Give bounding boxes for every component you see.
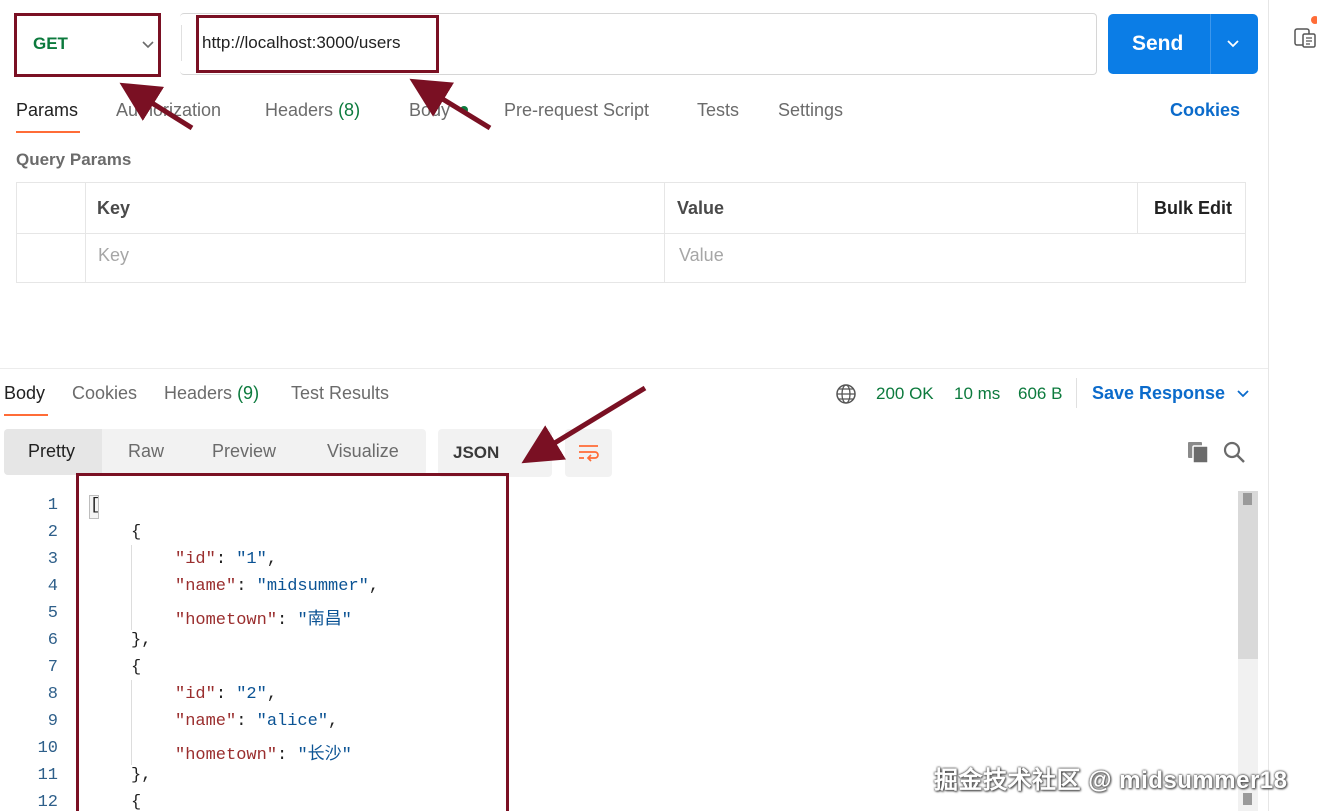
column-header-value: Value [677, 198, 725, 218]
send-options-chevron-icon[interactable] [1224, 35, 1242, 53]
tab-body[interactable]: Body [409, 100, 450, 121]
line-number: 5 [47, 604, 58, 623]
tab-tests[interactable]: Tests [697, 100, 739, 121]
pane-divider[interactable] [0, 368, 1268, 369]
value-input[interactable]: Value [679, 245, 724, 266]
line-number: 3 [47, 550, 58, 569]
response-tab-headers-label: Headers [164, 383, 233, 403]
response-tab-headers[interactable]: Headers (9) [164, 383, 259, 404]
line-number: 11 [37, 766, 58, 785]
annotation-box-method [14, 13, 161, 77]
response-tab-test-results[interactable]: Test Results [291, 383, 389, 404]
response-tab-body[interactable]: Body [4, 383, 45, 404]
tab-headers[interactable]: Headers (8) [265, 100, 360, 121]
view-mode-preview[interactable]: Preview [212, 441, 276, 462]
meta-divider [1076, 378, 1077, 408]
send-split-divider [1210, 14, 1211, 74]
table-col-divider [1137, 183, 1138, 233]
sidebar-panel-icon[interactable] [1294, 25, 1316, 49]
status-code[interactable]: 200 OK [876, 384, 934, 404]
view-mode-visualize[interactable]: Visualize [327, 441, 399, 462]
response-tab-headers-count: (9) [237, 383, 260, 403]
view-mode-raw[interactable]: Raw [128, 441, 164, 462]
cookies-link[interactable]: Cookies [1170, 100, 1240, 121]
line-number: 2 [47, 523, 58, 542]
table-col-divider [85, 183, 86, 282]
format-label[interactable]: JSON [453, 443, 499, 463]
response-tab-cookies[interactable]: Cookies [72, 383, 137, 404]
line-number: 1 [47, 496, 58, 515]
table-row-divider [17, 233, 1245, 234]
query-params-title: Query Params [16, 150, 132, 169]
search-icon[interactable] [1222, 440, 1246, 464]
response-size[interactable]: 606 B [1018, 384, 1062, 404]
active-tab-underline [16, 131, 80, 133]
tab-params[interactable]: Params [16, 100, 78, 121]
copy-icon[interactable] [1186, 440, 1210, 464]
annotation-box-response-body [76, 473, 509, 811]
response-active-tab-underline [4, 414, 48, 416]
query-params-table [16, 182, 1246, 283]
tab-pre-request-script[interactable]: Pre-request Script [504, 100, 649, 121]
key-input[interactable]: Key [98, 245, 129, 266]
line-number: 12 [37, 793, 58, 811]
line-number: 8 [47, 685, 58, 704]
bulk-edit-button[interactable]: Bulk Edit [1154, 198, 1232, 219]
tab-headers-count: (8) [338, 100, 361, 120]
wrap-lines-icon[interactable] [576, 440, 602, 466]
send-button-label[interactable]: Send [1132, 32, 1183, 56]
tab-settings[interactable]: Settings [778, 100, 843, 121]
watermark: 掘金技术社区 @ midsummer18 [934, 767, 1288, 794]
column-header-key: Key [97, 198, 131, 218]
body-indicator-dot [460, 106, 468, 114]
right-sidebar-border [1268, 0, 1269, 811]
scrollbar-thumb[interactable] [1238, 491, 1258, 659]
save-response-button[interactable]: Save Response [1092, 383, 1225, 404]
view-mode-pretty[interactable]: Pretty [28, 441, 75, 462]
line-number: 9 [47, 712, 58, 731]
line-number: 6 [47, 631, 58, 650]
tab-headers-label: Headers [265, 100, 334, 120]
annotation-box-url [196, 15, 439, 73]
url-divider [181, 25, 182, 61]
line-number: 7 [47, 658, 58, 677]
line-number: 4 [47, 577, 58, 596]
table-col-divider [664, 183, 665, 282]
globe-icon[interactable] [835, 383, 857, 405]
line-number: 10 [37, 739, 58, 758]
tab-authorization[interactable]: Authorization [116, 100, 221, 121]
chevron-down-icon[interactable] [1234, 385, 1252, 403]
response-time[interactable]: 10 ms [954, 384, 1000, 404]
notification-dot [1311, 16, 1317, 24]
scroll-up-arrow[interactable] [1243, 493, 1252, 505]
